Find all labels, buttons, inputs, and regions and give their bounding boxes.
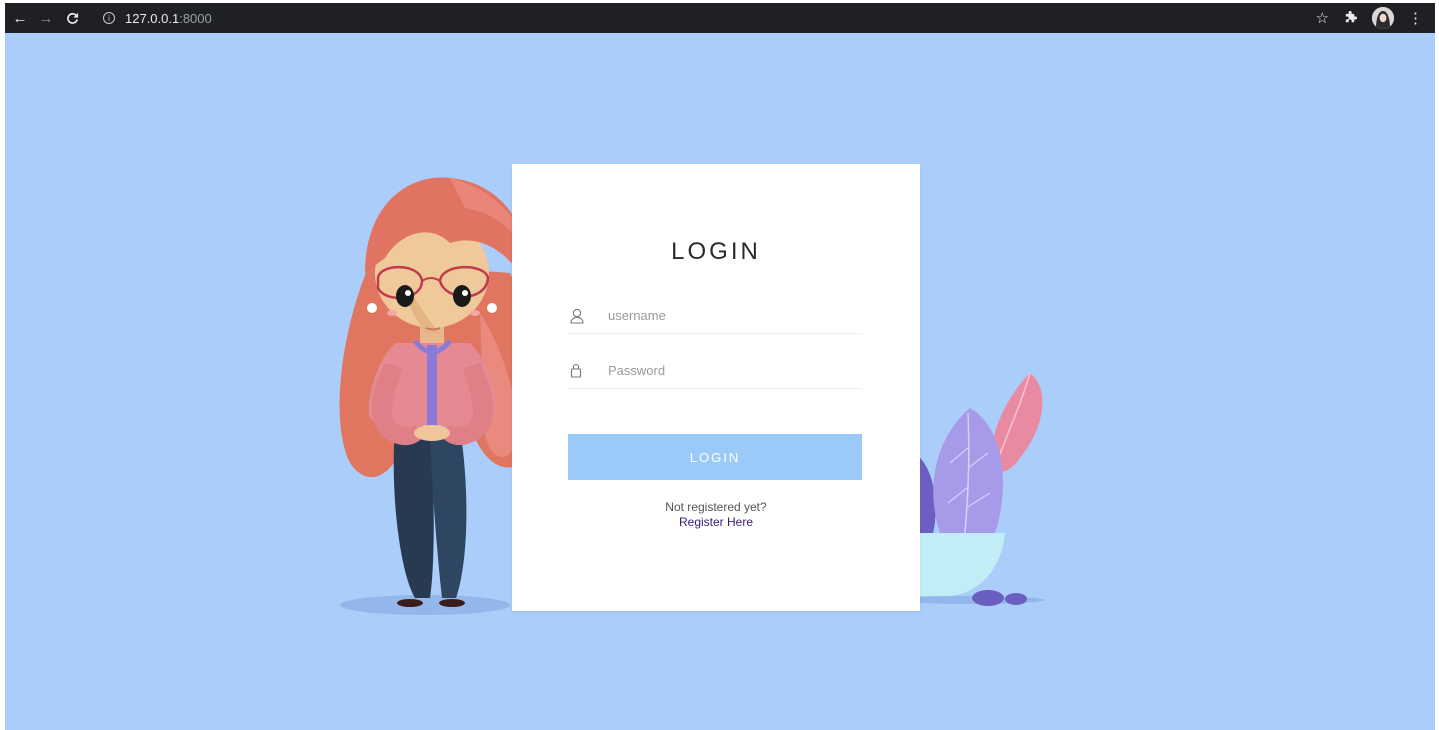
woman-illustration xyxy=(339,177,538,615)
user-icon xyxy=(570,308,594,324)
username-field xyxy=(568,298,862,334)
login-card: LOGIN LOGIN Not registered yet? Register… xyxy=(512,164,920,611)
login-button[interactable]: LOGIN xyxy=(568,434,862,480)
star-icon[interactable]: ☆ xyxy=(1316,9,1329,27)
info-icon[interactable]: i xyxy=(103,12,115,24)
profile-avatar[interactable] xyxy=(1372,7,1394,29)
register-link[interactable]: Register Here xyxy=(512,515,920,530)
toolbar-actions: ☆ ⋮ xyxy=(1316,7,1435,29)
menu-icon[interactable]: ⋮ xyxy=(1408,9,1423,27)
reload-icon[interactable] xyxy=(61,7,83,29)
username-input[interactable] xyxy=(608,308,848,323)
password-input[interactable] xyxy=(608,363,848,378)
address-bar[interactable]: i 127.0.0.1:8000 xyxy=(93,6,1293,30)
url-host: 127.0.0.1 xyxy=(125,10,180,26)
plant-illustration xyxy=(910,372,1045,606)
lock-icon xyxy=(570,363,594,378)
extensions-icon[interactable] xyxy=(1343,10,1358,26)
browser-toolbar: ← → i 127.0.0.1:8000 ☆ ⋮ xyxy=(5,3,1435,33)
register-prompt: Not registered yet? xyxy=(665,500,767,514)
password-field xyxy=(568,353,862,389)
login-title: LOGIN xyxy=(671,238,761,265)
back-icon[interactable]: ← xyxy=(9,7,31,29)
url-port: :8000 xyxy=(179,10,212,26)
page-background: LOGIN LOGIN Not registered yet? Register… xyxy=(5,33,1435,730)
forward-icon[interactable]: → xyxy=(35,7,57,29)
